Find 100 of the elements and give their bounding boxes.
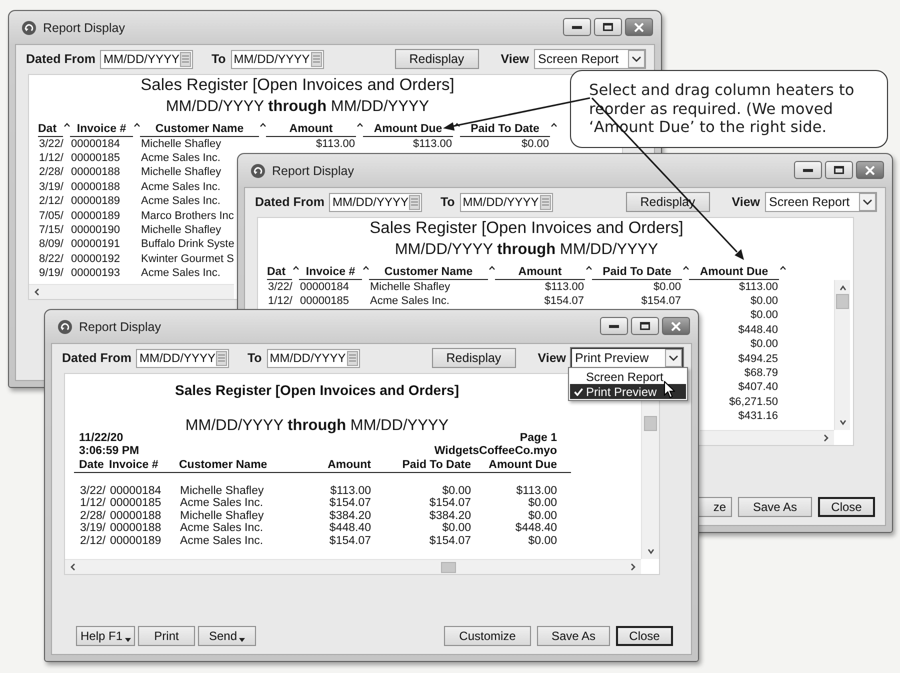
field-label: To (440, 195, 455, 209)
date-field[interactable]: MM/DD/YYYY (266, 348, 360, 368)
date-field[interactable]: MM/DD/YYYY (100, 50, 194, 68)
calendar-icon (409, 194, 420, 210)
sort-caret-icon (682, 266, 688, 270)
close-button[interactable] (662, 317, 690, 335)
sort-caret-icon (780, 266, 786, 270)
minimize-button[interactable] (563, 18, 591, 36)
horizontal-scrollbar[interactable] (700, 430, 834, 445)
close-button[interactable] (856, 161, 884, 179)
dialog-button[interactable]: ze (698, 497, 732, 517)
date-field[interactable]: MM/DD/YYYY (136, 348, 230, 368)
table-cell: $0.00 (528, 534, 557, 548)
date-field[interactable]: MM/DD/YYYY (329, 192, 422, 212)
table-cell: Marco Brothers Inc (141, 210, 234, 223)
field-label: View (538, 351, 566, 365)
table-cell-text: $113.00 (516, 484, 557, 498)
redisplay-button[interactable]: Redisplay (394, 49, 479, 69)
table-cell-text: 2/28/ (80, 510, 106, 522)
column-header[interactable]: Paid To Date (460, 122, 550, 137)
field-label: To (211, 52, 226, 66)
vertical-scrollbar[interactable] (834, 280, 850, 430)
view-select[interactable]: Screen Report (534, 49, 646, 69)
table-cell: $0.00 (750, 309, 778, 322)
redisplay-button[interactable]: Redisplay (432, 348, 516, 368)
chevron-right-icon[interactable] (629, 563, 637, 571)
view-select[interactable]: Print Preview (571, 348, 683, 368)
table-cell: 00000190 (71, 224, 120, 238)
dialog-button[interactable]: Close (616, 626, 673, 646)
dialog-button[interactable]: Save As (738, 497, 812, 517)
chevron-down-icon (665, 349, 682, 367)
table-cell: 00000184 (110, 484, 162, 498)
maximize-button[interactable] (825, 161, 853, 179)
date-field[interactable]: MM/DD/YYYY (460, 192, 553, 212)
table-cell: 00000189 (71, 210, 120, 223)
table-cell: 00000184 (71, 138, 120, 151)
scrollbar-thumb[interactable] (441, 562, 456, 572)
table-cell: Buffalo Drink Syste (141, 238, 234, 252)
table-cell-text: Michelle Shafley (180, 510, 264, 522)
horizontal-scrollbar[interactable] (29, 284, 234, 299)
minimize-button[interactable] (794, 161, 822, 179)
view-select[interactable]: Screen Report (765, 192, 877, 212)
column-header[interactable]: Invoice # (299, 265, 362, 280)
dropdown-option[interactable]: Screen Report (570, 369, 686, 384)
column-header: Invoice # (109, 458, 158, 472)
report-title: Sales Register [Open Invoices and Orders] (175, 382, 459, 399)
table-cell: $0.00 (528, 497, 557, 510)
table-cell: Michelle Shafley (141, 138, 222, 151)
table-cell: 00000193 (71, 267, 120, 280)
maximize-button[interactable] (594, 18, 622, 36)
close-icon (865, 166, 875, 174)
table-cell: $68.79 (744, 367, 778, 380)
column-header[interactable]: Dat (38, 122, 63, 137)
close-icon (634, 22, 644, 32)
column-header[interactable]: Customer Name (369, 265, 488, 280)
table-cell: 00000188 (110, 522, 162, 536)
chevron-down-icon[interactable] (646, 547, 654, 555)
sort-caret-icon (134, 123, 140, 127)
column-header[interactable]: Amount (266, 122, 356, 137)
table-cell: 00000189 (110, 534, 162, 548)
field-label: Dated From (255, 195, 324, 209)
table-cell: Michelle Shafley (141, 224, 222, 238)
column-header[interactable]: Customer Name (140, 122, 259, 137)
date-field[interactable]: MM/DD/YYYY (230, 50, 324, 68)
table-cell-text: 3/22/ (80, 484, 106, 498)
dialog-button[interactable]: Send (198, 626, 256, 646)
close-button[interactable] (625, 18, 653, 36)
table-cell: 9/19/ (39, 267, 64, 280)
dropdown-option[interactable]: Print Preview (570, 384, 686, 399)
chevron-left-icon[interactable] (69, 563, 77, 571)
dialog-button[interactable]: Close (818, 497, 875, 517)
report-title: Sales Register [Open Invoices and Orders] (140, 75, 454, 95)
scrollbar-thumb[interactable] (644, 416, 657, 432)
dialog-button[interactable]: Save As (537, 626, 610, 646)
scrollbar-thumb[interactable] (836, 294, 849, 309)
column-header[interactable]: Amount Due (689, 265, 779, 280)
sort-caret-icon (586, 266, 592, 270)
column-header[interactable]: Amount (495, 265, 585, 280)
horizontal-scrollbar[interactable] (65, 559, 641, 574)
table-cell: Acme Sales Inc. (141, 195, 220, 208)
dialog-button[interactable]: Customize (444, 626, 531, 646)
calendar-icon (180, 52, 192, 66)
chevron-up-icon[interactable] (838, 284, 846, 292)
chevron-down-icon[interactable] (838, 418, 846, 426)
maximize-icon (603, 23, 613, 31)
maximize-icon (834, 166, 844, 174)
column-header[interactable]: Dat (267, 265, 292, 280)
table-cell: Acme Sales Inc. (180, 497, 264, 510)
maximize-button[interactable] (631, 317, 659, 335)
table-cell: $0.00 (653, 280, 681, 294)
chevron-right-icon[interactable] (822, 434, 830, 442)
dialog-button[interactable]: Print (138, 626, 195, 646)
chevron-left-icon[interactable] (33, 288, 41, 296)
dialog-button[interactable]: Help F1 (76, 626, 135, 646)
table-cell: 8/09/ (39, 238, 64, 252)
minimize-button[interactable] (600, 317, 628, 335)
table-cell: $113.00 (316, 138, 355, 151)
table-cell-text: $0.00 (528, 510, 557, 522)
column-header[interactable]: Paid To Date (592, 265, 682, 280)
column-header[interactable]: Invoice # (70, 122, 133, 137)
